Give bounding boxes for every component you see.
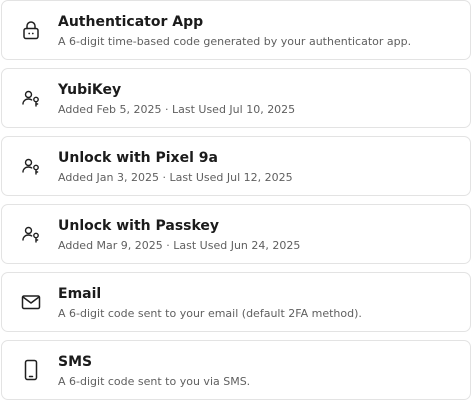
method-title: YubiKey	[58, 82, 122, 98]
method-description: A 6-digit code sent to your email (defau…	[58, 307, 362, 320]
method-description: Added Jan 3, 2025 · Last Used Jul 12, 20…	[58, 171, 293, 184]
method-card-sms[interactable]: SMS A 6-digit code sent to you via SMS.	[1, 340, 471, 400]
method-card-pixel-9a[interactable]: Unlock with Pixel 9a Added Jan 3, 2025 ·…	[1, 136, 471, 196]
method-title: SMS	[58, 354, 93, 370]
method-card-passkey[interactable]: Unlock with Passkey Added Mar 9, 2025 · …	[1, 204, 471, 264]
method-description: A 6-digit time-based code generated by y…	[58, 35, 412, 48]
method-description: Added Mar 9, 2025 · Last Used Jun 24, 20…	[58, 239, 301, 252]
method-title: Authenticator App	[58, 14, 204, 30]
two-factor-method-list: Authenticator App A 6-digit time-based c…	[0, 0, 474, 402]
user-key-icon	[20, 87, 42, 109]
smartphone-icon	[20, 359, 42, 381]
method-description: Added Feb 5, 2025 · Last Used Jul 10, 20…	[58, 103, 296, 116]
lock-icon	[20, 19, 42, 41]
method-title: Email	[58, 286, 102, 302]
method-card-email[interactable]: Email A 6-digit code sent to your email …	[1, 272, 471, 332]
method-card-yubikey[interactable]: YubiKey Added Feb 5, 2025 · Last Used Ju…	[1, 68, 471, 128]
envelope-icon	[20, 291, 42, 313]
method-title: Unlock with Pixel 9a	[58, 150, 218, 166]
method-description: A 6-digit code sent to you via SMS.	[58, 375, 251, 388]
user-key-icon	[20, 155, 42, 177]
method-card-authenticator-app[interactable]: Authenticator App A 6-digit time-based c…	[1, 0, 471, 60]
user-key-icon	[20, 223, 42, 245]
method-title: Unlock with Passkey	[58, 218, 220, 234]
